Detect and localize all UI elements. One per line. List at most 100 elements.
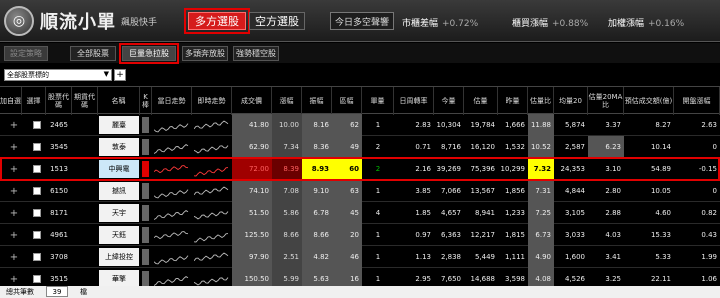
plus-icon[interactable]: + — [8, 273, 20, 285]
col-est-volume[interactable]: 估量 — [464, 87, 498, 115]
row-checkbox[interactable] — [33, 121, 41, 129]
col-deal-est[interactable]: 預估成交額(億) — [624, 87, 674, 115]
table-row[interactable]: + 麗臺 2465 41.80 10.00 8.16 62 1 2.83 10,304 19,784… — [0, 114, 720, 136]
est-volume-cell: 12,217 — [470, 231, 496, 239]
chevron-down-icon: ▼ — [103, 70, 109, 78]
add-filter-button[interactable]: + — [114, 69, 126, 81]
col-amplitude[interactable]: 振幅 — [302, 87, 332, 115]
plus-icon[interactable]: + — [8, 229, 20, 241]
plus-icon[interactable]: + — [8, 251, 20, 263]
plus-icon[interactable]: + — [8, 119, 20, 131]
col-ratio20[interactable]: 估量20MA比 — [588, 87, 624, 115]
col-turnover[interactable]: 日周轉率 — [394, 87, 434, 115]
app-logo: ◎ 順流小單 飆股快手 — [4, 4, 176, 38]
tab-all-stocks[interactable]: 全部股票 — [70, 46, 116, 61]
recent-trend-sparkline — [194, 186, 229, 196]
plus-icon[interactable]: + — [8, 185, 20, 197]
yday-volume-cell: 1,856 — [504, 187, 525, 195]
tab-volume-surge[interactable]: 巨量急拉股 — [122, 46, 176, 61]
stock-name[interactable]: 天鈺 — [99, 226, 139, 244]
col-name[interactable]: 名稱 — [98, 87, 140, 115]
table-row[interactable]: + 撼訊 6150 74.10 7.08 9.10 63 1 3.85 7,066 13,567 1,… — [0, 180, 720, 202]
daily-trend-sparkline — [154, 210, 189, 220]
count-cell: 1 — [375, 121, 381, 129]
recent-trend-sparkline — [194, 120, 229, 130]
plus-icon[interactable]: + — [8, 141, 20, 153]
stock-code: 2465 — [50, 121, 68, 129]
row-checkbox[interactable] — [33, 253, 41, 261]
footer-count: 39 — [46, 286, 68, 297]
long-mode-button[interactable]: 多方選股 — [188, 12, 246, 30]
stock-name[interactable]: 上緯投控 — [99, 248, 139, 266]
row-checkbox[interactable] — [33, 143, 41, 151]
col-bar[interactable]: K棒 — [140, 87, 152, 115]
k-bar — [142, 271, 149, 287]
today-signal-button[interactable]: 今日多空聲響 — [330, 12, 394, 30]
row-checkbox[interactable] — [33, 187, 41, 195]
market-stat-2: 櫃買漲幅 +0.88% — [512, 19, 589, 29]
row-checkbox[interactable] — [33, 209, 41, 217]
col-ratio[interactable]: 估量比 — [528, 87, 554, 115]
stock-code: 8171 — [50, 209, 68, 217]
turnover-cell: 1.85 — [415, 209, 431, 217]
footer-unit: 檔 — [80, 288, 87, 296]
k-bar — [142, 227, 149, 243]
col-period[interactable]: 期貨代碼 — [72, 87, 98, 115]
col-count[interactable]: 單量 — [362, 87, 394, 115]
open-change-cell: 0.43 — [701, 231, 717, 239]
open-change-cell: 0 — [712, 143, 717, 151]
table-row[interactable]: + 天鈺 4961 125.50 8.66 8.66 20 1 0.97 6,363 12,217 1… — [0, 224, 720, 246]
daily-trend-sparkline — [154, 231, 189, 240]
strategy-tabs: 設定策略 全部股票 巨量急拉股 多頭奔放股 強勢穩空股 — [0, 43, 720, 64]
table-header: 加自選 選擇 股票代碼 期貨代碼 名稱 K棒 當日走勢 即時走勢 成交價 漲幅 … — [0, 86, 720, 115]
row-checkbox[interactable] — [33, 231, 41, 239]
settings-strategy-button[interactable]: 設定策略 — [4, 46, 48, 61]
stock-name[interactable]: 敦泰 — [99, 138, 139, 156]
daily-trend-sparkline — [154, 189, 189, 199]
ratio-cell: 6.73 — [528, 224, 554, 246]
tab-strong-short[interactable]: 強勢穩空股 — [233, 46, 279, 61]
change-cell: 8.66 — [272, 224, 302, 246]
stock-universe-select[interactable]: 全部股票標的 ▼ — [4, 69, 112, 81]
amplitude-cell: 8.66 — [302, 224, 332, 246]
col-change[interactable]: 漲幅 — [272, 87, 302, 115]
col-volume[interactable]: 今量 — [434, 87, 464, 115]
col-check[interactable]: 選擇 — [22, 87, 46, 115]
stock-name[interactable]: 麗臺 — [99, 116, 139, 134]
open-change-cell: 0 — [712, 187, 717, 195]
yday-volume-cell: 1,532 — [504, 143, 525, 151]
ratio-cell: 4.90 — [528, 246, 554, 268]
change-cell: 5.86 — [272, 202, 302, 224]
col-ma20[interactable]: 均量20 — [554, 87, 588, 115]
table-row[interactable]: + 敦泰 3545 62.90 7.34 8.36 49 2 0.71 8,716 16,120 1,… — [0, 136, 720, 158]
daily-trend-sparkline — [154, 255, 189, 265]
tab-bull-breakout[interactable]: 多頭奔放股 — [182, 46, 228, 61]
price-cell: 51.50 — [232, 202, 272, 224]
col-price[interactable]: 成交價 — [232, 87, 272, 115]
stock-name[interactable]: 撼訊 — [99, 182, 139, 200]
col-trend-daily[interactable]: 當日走勢 — [152, 87, 192, 115]
plus-icon[interactable]: + — [8, 207, 20, 219]
table-row[interactable]: + 天宇 8171 51.50 5.86 6.78 45 4 1.85 4,657 8,941 1,2… — [0, 202, 720, 224]
stock-name[interactable]: 天宇 — [99, 204, 139, 222]
turnover-cell: 1.13 — [415, 253, 431, 261]
k-bar — [142, 139, 149, 155]
change-cell: 10.00 — [272, 114, 302, 136]
stock-code: 3545 — [50, 143, 68, 151]
logo-text: 順流小單 — [40, 12, 116, 33]
stock-code: 6150 — [50, 187, 68, 195]
row-checkbox[interactable] — [33, 275, 41, 283]
deal-est-cell: 10.05 — [650, 187, 671, 195]
col-code[interactable]: 股票代碼 — [46, 87, 72, 115]
col-add[interactable]: 加自選 — [0, 87, 22, 115]
col-yday-volume[interactable]: 昨量 — [498, 87, 528, 115]
col-trend-recent[interactable]: 即時走勢 — [192, 87, 232, 115]
short-mode-button[interactable]: 空方選股 — [249, 12, 305, 30]
recent-trend-sparkline — [194, 211, 229, 220]
yday-volume-cell: 1,815 — [504, 231, 525, 239]
col-open-change[interactable]: 開盤漲幅 — [674, 87, 720, 115]
col-range[interactable]: 區幅 — [332, 87, 362, 115]
change-cell: 7.08 — [272, 180, 302, 202]
ratio20-cell: 3.37 — [605, 121, 621, 129]
table-row[interactable]: + 上緯投控 3708 97.90 2.51 4.82 46 1 1.13 2,838 5,449 1… — [0, 246, 720, 268]
